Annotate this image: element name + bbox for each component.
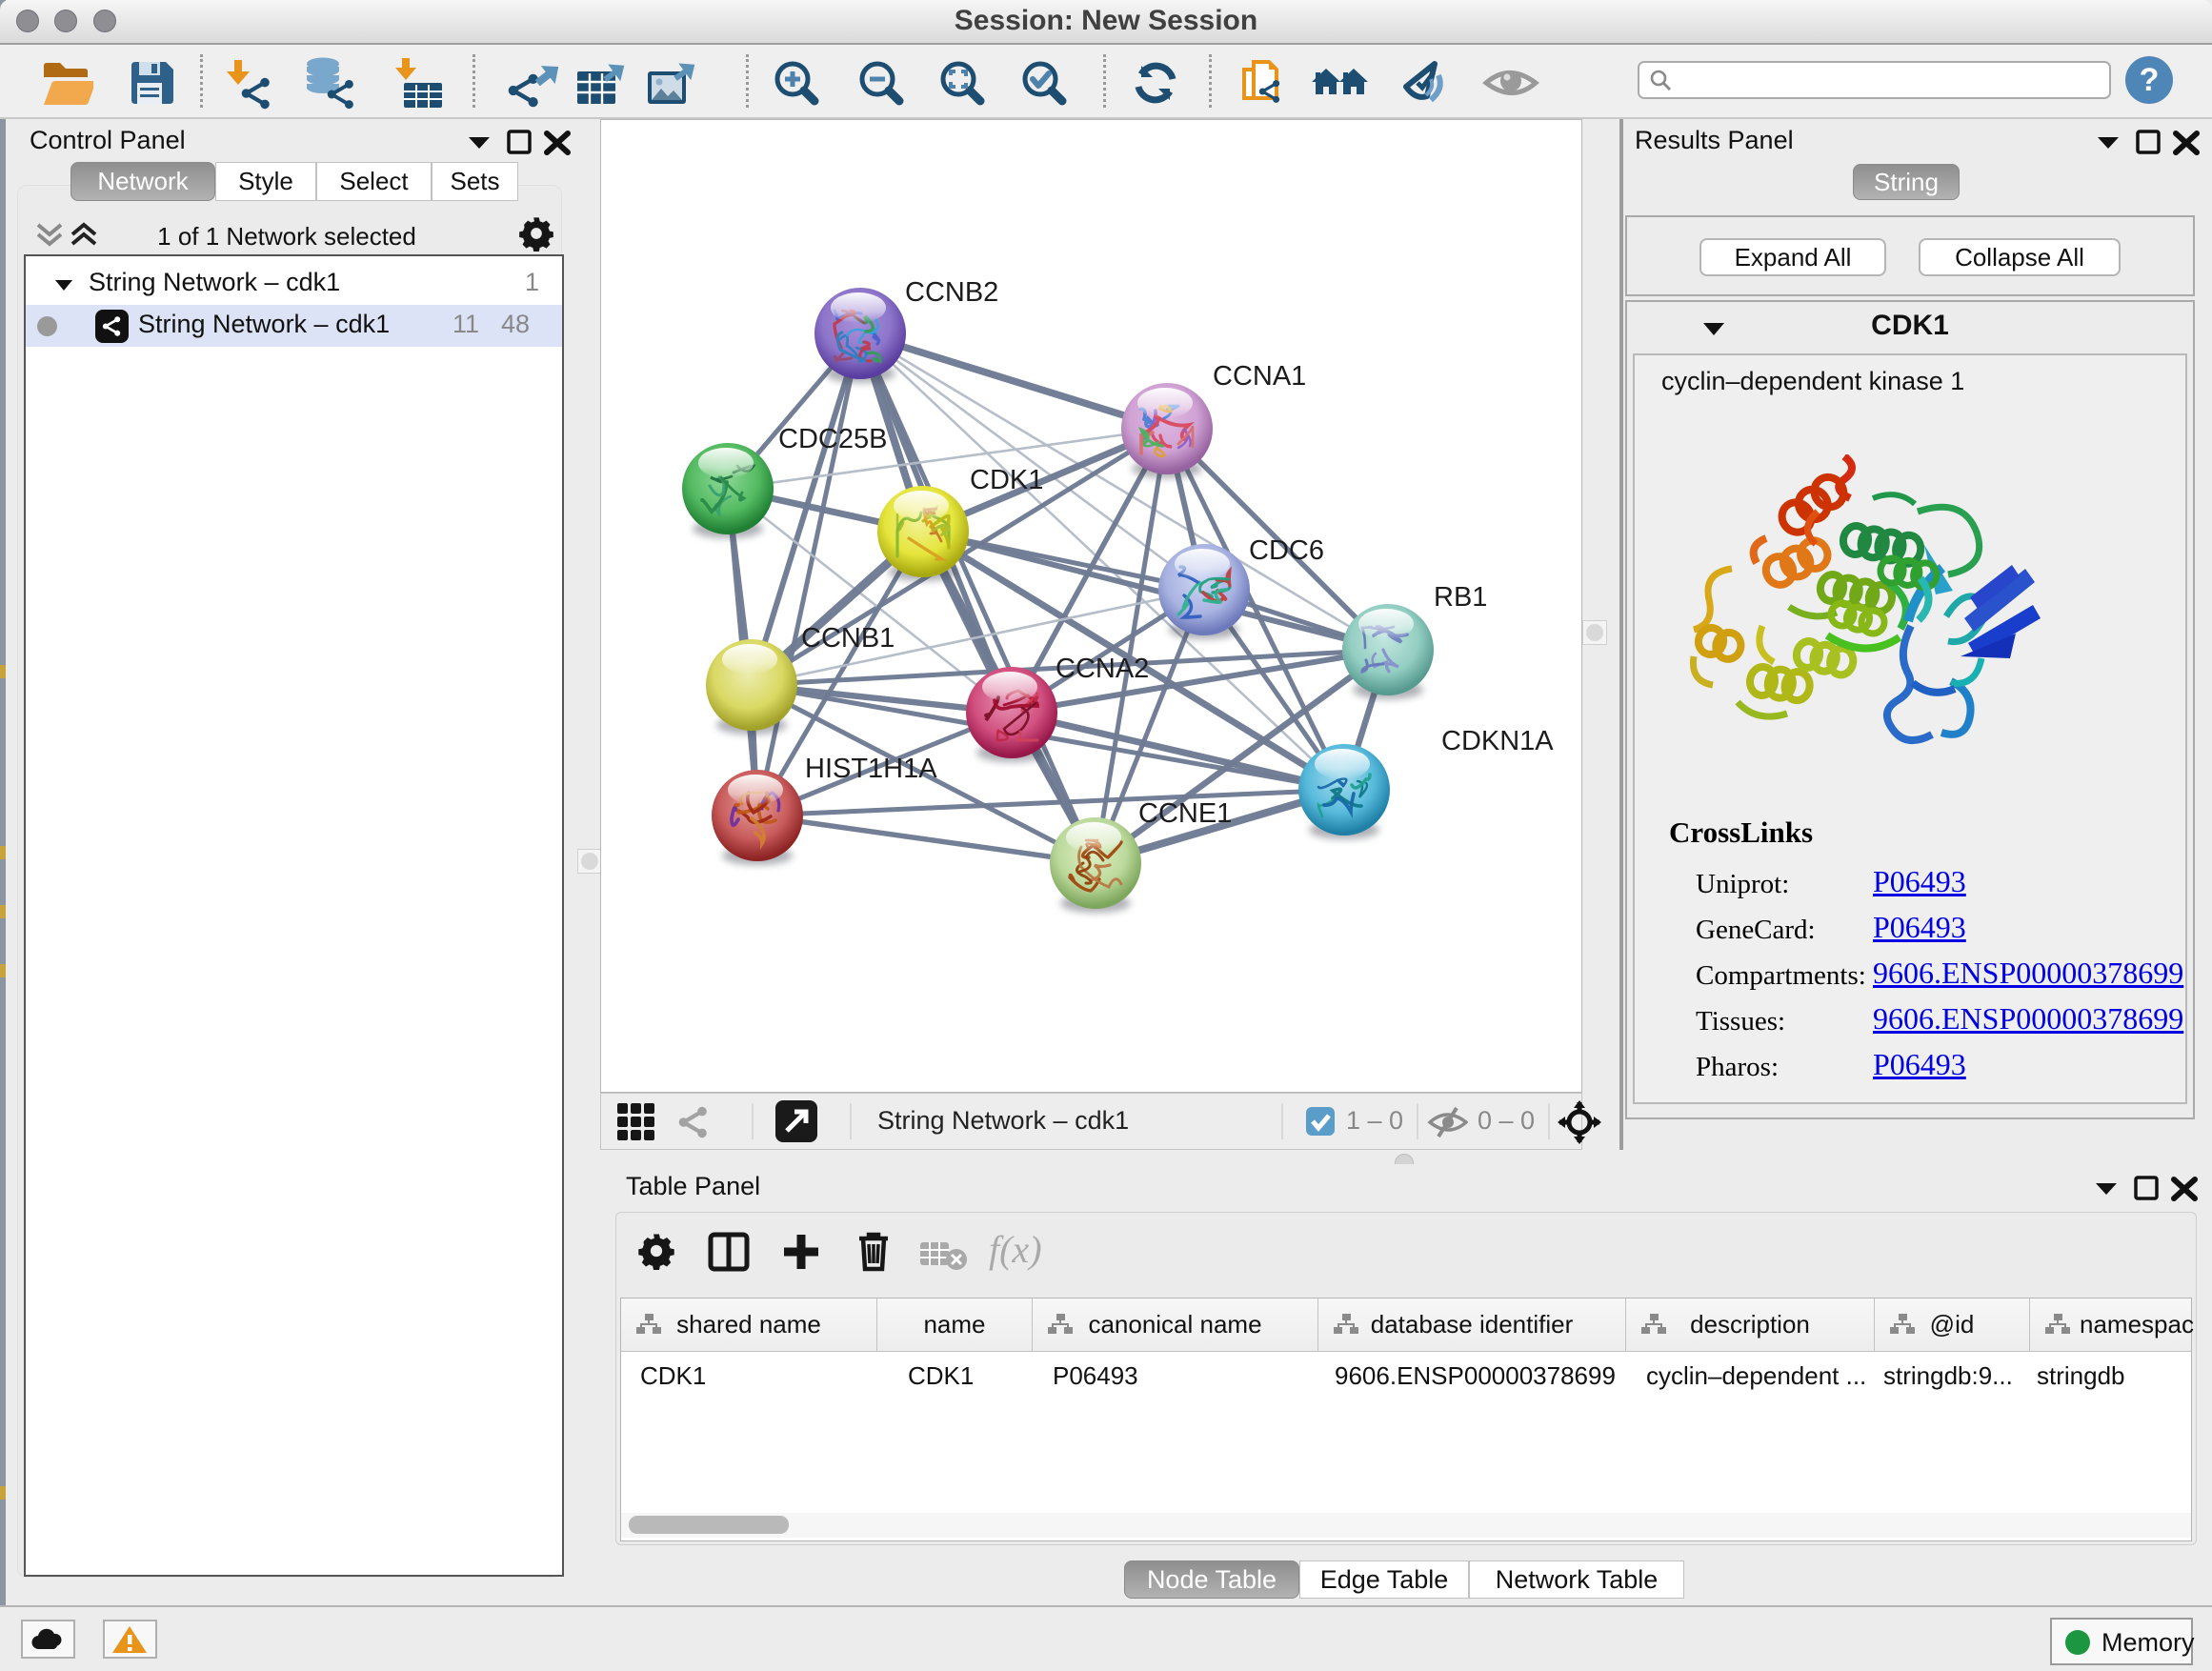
svg-text:CDK1: CDK1 [970, 465, 1043, 495]
svg-text:CCNE1: CCNE1 [1138, 798, 1232, 829]
svg-text:CCNA1: CCNA1 [1213, 361, 1306, 392]
svg-text:HIST1H1A: HIST1H1A [805, 754, 937, 784]
svg-text:RB1: RB1 [1434, 582, 1487, 613]
svg-text:CDC25B: CDC25B [778, 424, 887, 454]
svg-text:CCNB1: CCNB1 [801, 623, 895, 654]
svg-text:CCNA2: CCNA2 [1056, 654, 1149, 684]
svg-text:CDKN1A: CDKN1A [1441, 726, 1554, 756]
svg-text:CCNB2: CCNB2 [905, 277, 998, 308]
svg-text:CDC6: CDC6 [1249, 535, 1324, 566]
